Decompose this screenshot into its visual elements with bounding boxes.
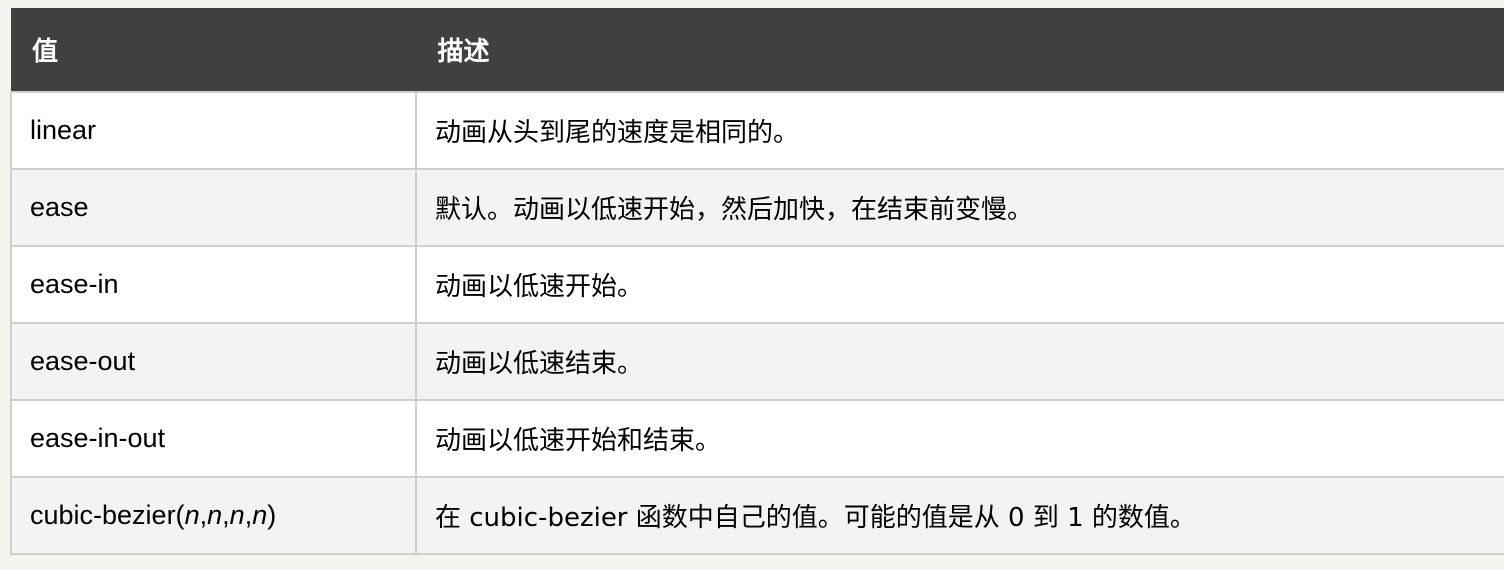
cell-value: ease-in-out <box>10 399 417 478</box>
cell-value: linear <box>10 91 417 170</box>
table-header-row: 值 描述 <box>11 8 1504 92</box>
cell-description: 在 cubic-bezier 函数中自己的值。可能的值是从 0 到 1 的数值。 <box>415 476 1504 555</box>
table-row: ease-out 动画以低速结束。 <box>10 322 1504 401</box>
table-row: ease 默认。动画以低速开始，然后加快，在结束前变慢。 <box>10 168 1504 247</box>
value-prefix: cubic-bezier( <box>30 500 185 530</box>
value-suffix: ) <box>267 500 277 530</box>
value-arg: n <box>184 500 200 530</box>
table-row: ease-in 动画以低速开始。 <box>10 245 1504 324</box>
table-row: cubic-bezier(n,n,n,n) 在 cubic-bezier 函数中… <box>10 476 1504 555</box>
cell-value: ease <box>10 168 417 247</box>
header-description: 描述 <box>416 8 1504 92</box>
cell-description: 动画以低速开始和结束。 <box>415 399 1504 478</box>
header-value: 值 <box>11 8 417 92</box>
cell-description: 默认。动画以低速开始，然后加快，在结束前变慢。 <box>415 168 1504 247</box>
value-arg: n <box>252 500 268 530</box>
timing-function-table: 值 描述 linear 动画从头到尾的速度是相同的。 ease 默认。动画以低速… <box>10 8 1504 555</box>
value-arg: n <box>229 500 245 530</box>
value-arg: n <box>207 500 223 530</box>
cell-description: 动画以低速开始。 <box>415 245 1504 324</box>
cell-description: 动画以低速结束。 <box>415 322 1504 401</box>
cell-value: ease-in <box>10 245 417 324</box>
cell-value: cubic-bezier(n,n,n,n) <box>10 476 417 555</box>
cell-description: 动画从头到尾的速度是相同的。 <box>415 91 1504 170</box>
table-row: ease-in-out 动画以低速开始和结束。 <box>10 399 1504 478</box>
table-row: linear 动画从头到尾的速度是相同的。 <box>10 91 1504 170</box>
timing-function-table-container: 值 描述 linear 动画从头到尾的速度是相同的。 ease 默认。动画以低速… <box>10 8 1504 555</box>
cell-value: ease-out <box>10 322 417 401</box>
